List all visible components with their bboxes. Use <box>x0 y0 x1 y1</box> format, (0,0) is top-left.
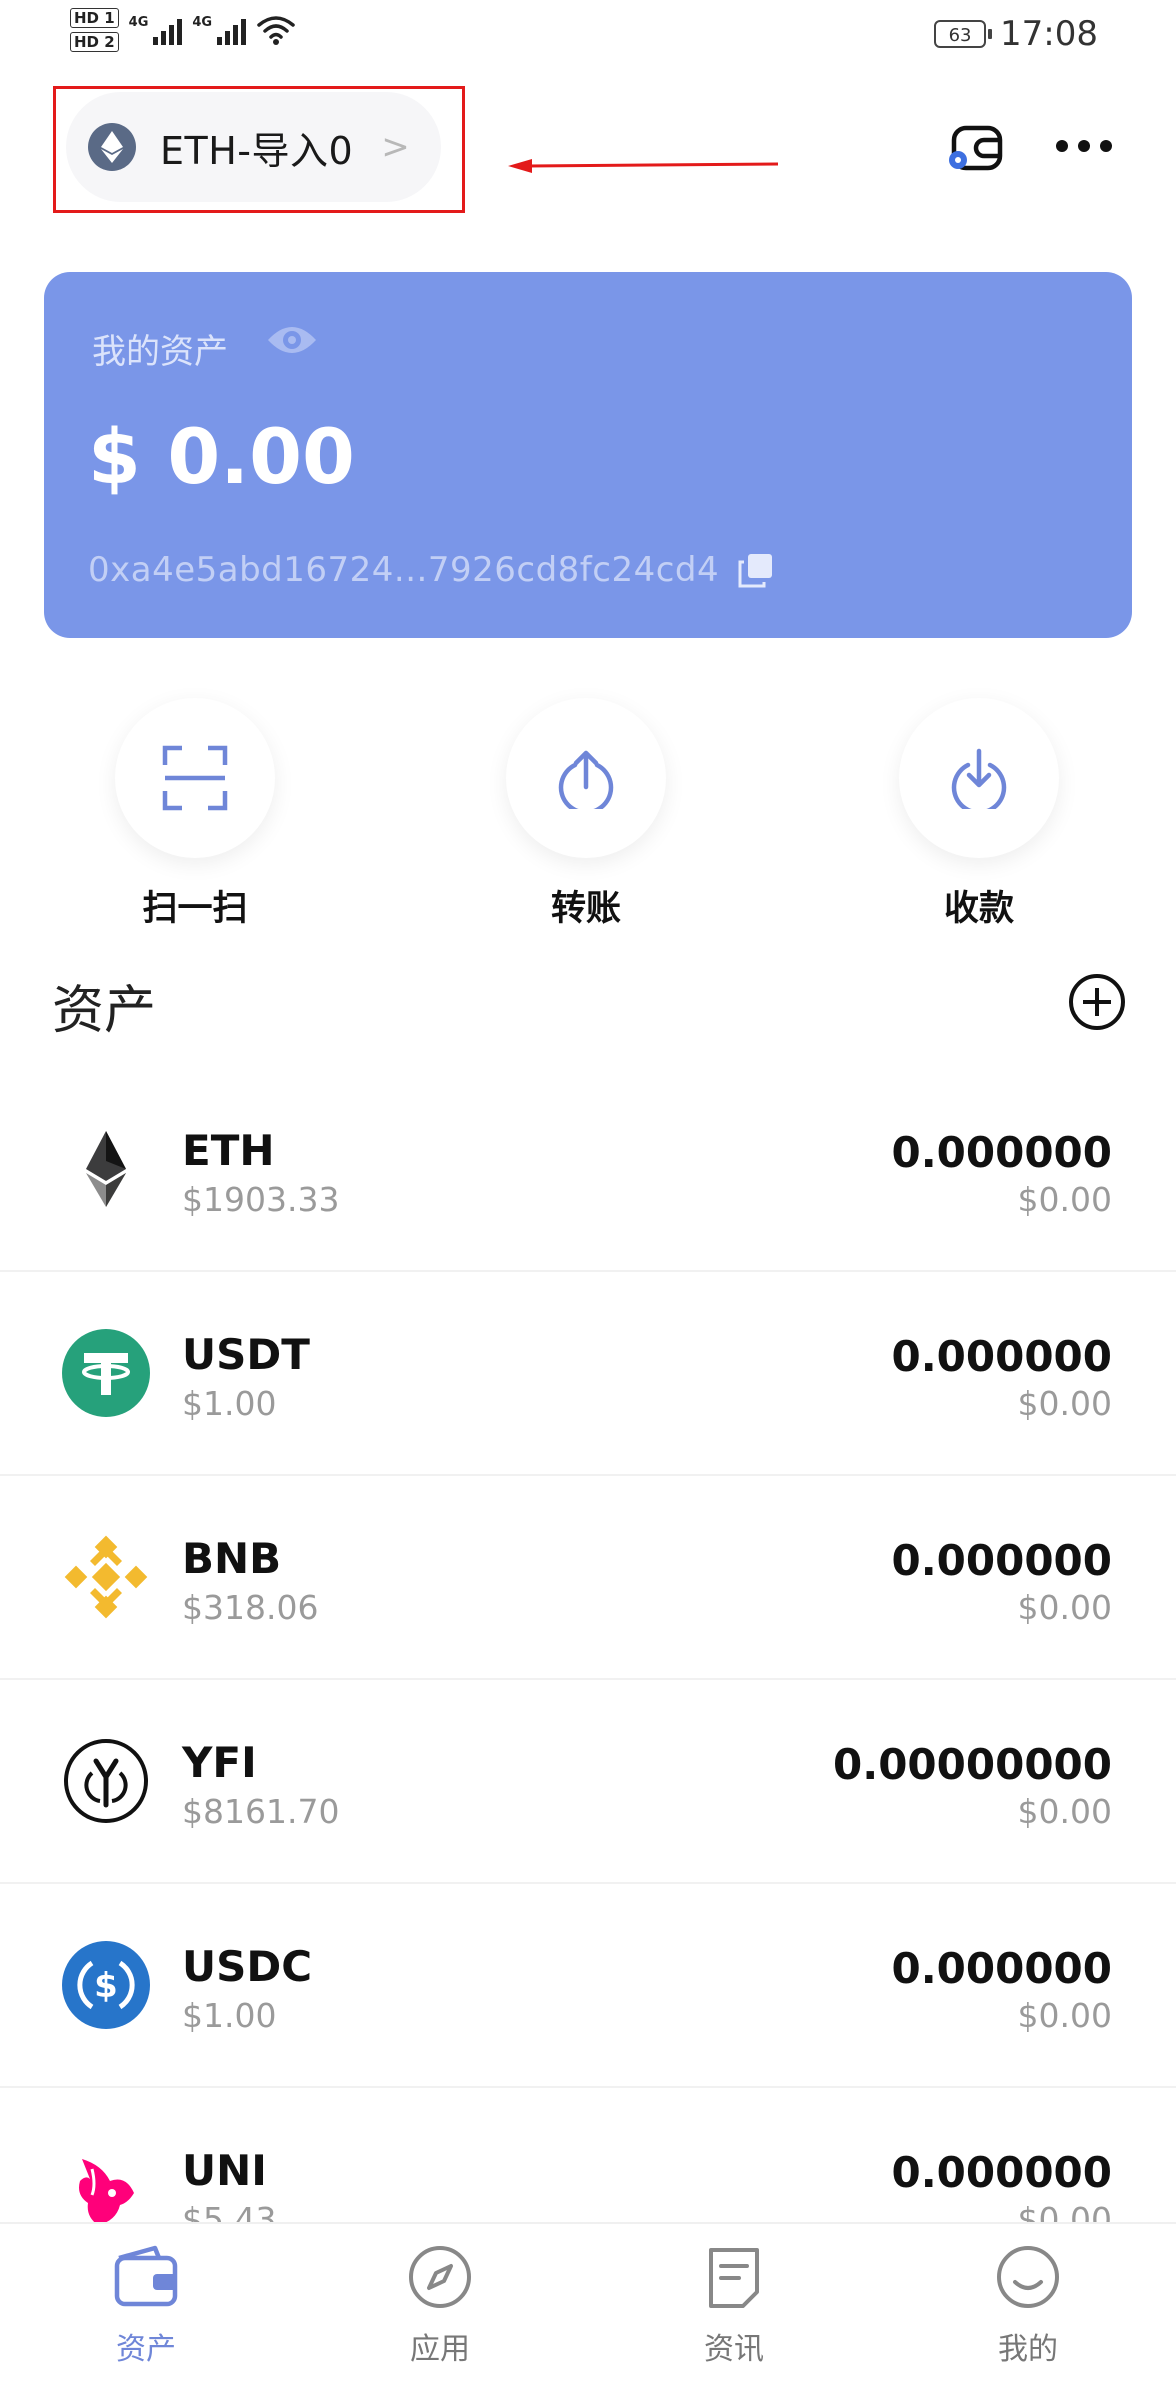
scan-button[interactable]: 扫一扫 <box>115 698 275 931</box>
uni-icon <box>79 2159 134 2225</box>
token-symbol: USDC <box>182 1942 313 1991</box>
nav-news[interactable]: 资讯 <box>634 2244 834 2368</box>
receive-button[interactable]: 收款 <box>899 698 1059 931</box>
more-icon[interactable] <box>1054 136 1114 160</box>
yfi-icon <box>64 1739 148 1823</box>
token-row-eth[interactable]: ETH $1903.33 0.000000 $0.00 <box>0 1068 1176 1272</box>
usdt-icon <box>62 1329 150 1417</box>
eth-icon <box>86 1131 126 1207</box>
signal-2-icon: 4G <box>192 15 247 45</box>
usdc-icon: $ <box>62 1941 150 2029</box>
token-symbol: UNI <box>182 2146 267 2195</box>
svg-text:$: $ <box>94 1966 118 2006</box>
nav-assets[interactable]: 资产 <box>46 2244 246 2368</box>
eye-icon[interactable] <box>266 322 318 358</box>
token-value: $0.00 <box>1017 1384 1112 1423</box>
clock: 17:08 <box>1000 14 1098 54</box>
bottom-nav: 资产 应用 资讯 我的 <box>0 2222 1176 2402</box>
token-value: $0.00 <box>1017 1996 1112 2035</box>
smile-icon <box>997 2246 1059 2308</box>
nav-label: 资产 <box>116 2332 176 2367</box>
transfer-label: 转账 <box>550 889 621 929</box>
status-left: HD 1 HD 2 4G 4G <box>70 8 296 52</box>
compass-icon <box>409 2246 471 2308</box>
assets-heading: 资产 <box>52 981 157 1041</box>
nav-apps[interactable]: 应用 <box>340 2244 540 2368</box>
nav-label: 我的 <box>998 2332 1058 2367</box>
receive-label: 收款 <box>943 889 1014 929</box>
sim2-badge: HD 2 <box>70 32 119 52</box>
token-amount: 0.000000 <box>891 1944 1112 1993</box>
scan-circle <box>115 698 275 858</box>
token-row-bnb[interactable]: BNB $318.06 0.000000 $0.00 <box>0 1476 1176 1680</box>
asset-card: 我的资产 $ 0.00 0xa4e5abd16724...7926cd8fc24… <box>44 272 1132 638</box>
transfer-button[interactable]: 转账 <box>506 698 666 931</box>
status-bar: HD 1 HD 2 4G 4G 63 17:08 <box>0 0 1176 70</box>
wifi-icon <box>257 16 295 45</box>
document-icon <box>709 2248 759 2308</box>
annotation-box <box>53 86 465 213</box>
token-price: $318.06 <box>182 1588 319 1627</box>
token-amount: 0.000000 <box>891 1536 1112 1585</box>
scan-icon <box>162 745 228 811</box>
token-symbol: ETH <box>182 1126 275 1175</box>
token-price: $1.00 <box>182 1996 277 2035</box>
token-amount: 0.000000 <box>891 1332 1112 1381</box>
add-token-icon[interactable] <box>1068 973 1126 1031</box>
token-symbol: BNB <box>182 1534 282 1583</box>
wallet-manage-icon[interactable] <box>946 120 1006 180</box>
copy-icon[interactable] <box>736 552 774 590</box>
token-amount: 0.000000 <box>891 2148 1112 2197</box>
battery-icon: 63 <box>934 20 993 48</box>
network-2-label: 4G <box>192 15 213 30</box>
token-list: ETH $1903.33 0.000000 $0.00 USDT $1.00 0… <box>0 1068 1176 2292</box>
token-value: $0.00 <box>1017 1792 1112 1831</box>
token-row-usdc[interactable]: $ USDC $1.00 0.000000 $0.00 <box>0 1884 1176 2088</box>
wallet-address: 0xa4e5abd16724...7926cd8fc24cd4 <box>88 550 720 590</box>
token-price: $8161.70 <box>182 1792 340 1831</box>
download-icon <box>951 748 1007 809</box>
token-price: $1903.33 <box>182 1180 340 1219</box>
token-value: $0.00 <box>1017 1588 1112 1627</box>
total-balance: $ 0.00 <box>88 412 355 501</box>
token-amount: 0.000000 <box>891 1128 1112 1177</box>
annotation-arrow <box>508 159 778 173</box>
my-assets-label: 我的资产 <box>92 332 228 372</box>
nav-label: 资讯 <box>704 2332 764 2367</box>
scan-label: 扫一扫 <box>142 889 248 929</box>
wallet-icon <box>114 2245 178 2307</box>
battery-level: 63 <box>948 25 972 46</box>
token-amount: 0.00000000 <box>833 1740 1112 1789</box>
token-value: $0.00 <box>1017 1180 1112 1219</box>
upload-icon <box>558 750 614 809</box>
receive-circle <box>899 698 1059 858</box>
bnb-icon <box>64 1535 148 1619</box>
nav-me[interactable]: 我的 <box>928 2244 1128 2368</box>
network-1-label: 4G <box>128 15 149 30</box>
token-symbol: USDT <box>182 1330 310 1379</box>
nav-label: 应用 <box>410 2332 470 2367</box>
sim1-badge: HD 1 <box>70 8 119 28</box>
signal-1-icon: 4G <box>129 15 183 45</box>
token-row-usdt[interactable]: USDT $1.00 0.000000 $0.00 <box>0 1272 1176 1476</box>
token-symbol: YFI <box>182 1738 257 1787</box>
sim-indicators: HD 1 HD 2 <box>70 8 119 52</box>
status-right: 63 17:08 <box>934 14 1098 54</box>
token-price: $1.00 <box>182 1384 277 1423</box>
token-row-yfi[interactable]: YFI $8161.70 0.00000000 $0.00 <box>0 1680 1176 1884</box>
transfer-circle <box>506 698 666 858</box>
